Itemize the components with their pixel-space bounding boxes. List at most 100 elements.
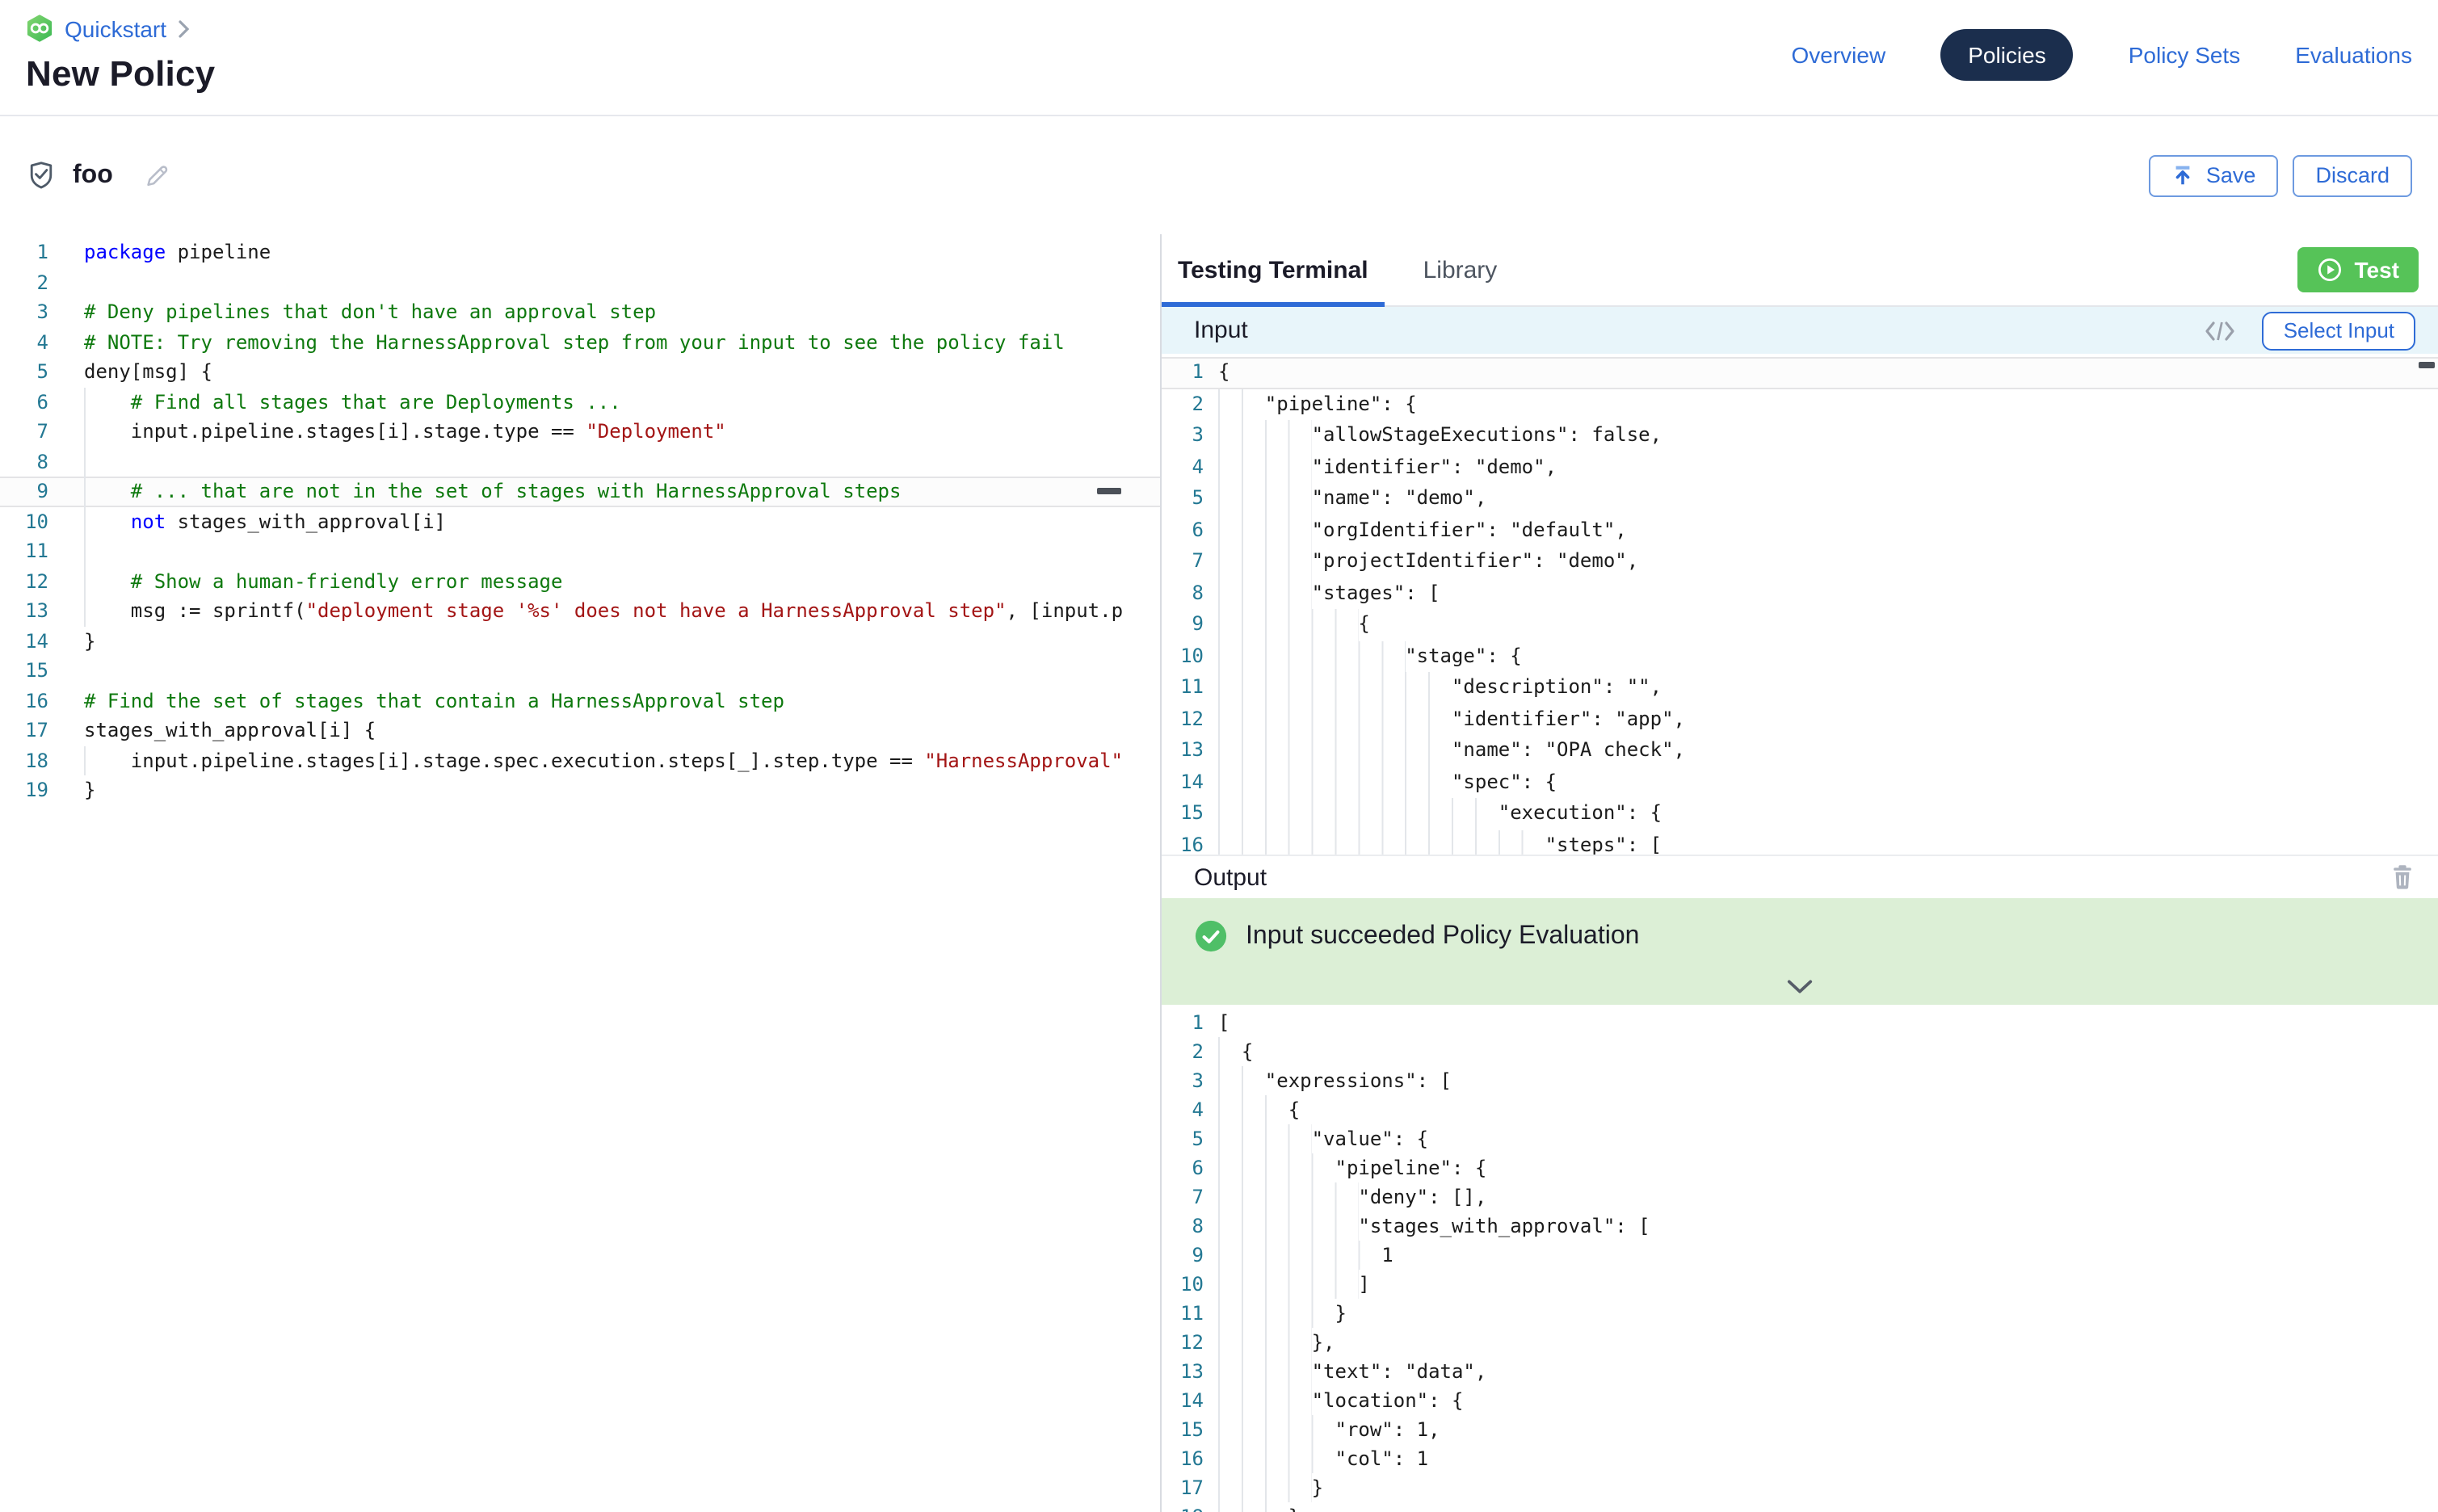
code-line: 16# Find the set of stages that contain … <box>0 686 1160 716</box>
overview-cursor-marker <box>2419 362 2435 368</box>
line-number: 8 <box>1162 1212 1204 1241</box>
pencil-icon <box>142 161 171 190</box>
code-line: 15 "execution": { <box>1162 798 2438 830</box>
code-line-content: "col": 1 <box>1218 1444 2438 1473</box>
line-number: 12 <box>0 566 48 596</box>
overview-cursor-marker <box>1097 488 1121 494</box>
output-json-editor[interactable]: 1[2 {3 "expressions": [4 {5 "value": {6 … <box>1162 1005 2438 1512</box>
code-line: 4 { <box>1162 1095 2438 1124</box>
code-line-content: { <box>1218 1037 2438 1066</box>
code-line-content: { <box>1218 357 2438 388</box>
code-line-content: "pipeline": { <box>1218 1153 2438 1182</box>
code-view-toggle-button[interactable] <box>2205 319 2237 342</box>
code-line: 14 "location": { <box>1162 1386 2438 1415</box>
line-number: 4 <box>1162 1095 1204 1124</box>
code-line-content: deny[msg] { <box>84 357 1160 387</box>
code-line: 8 "stages_with_approval": [ <box>1162 1212 2438 1241</box>
line-number: 10 <box>0 506 48 536</box>
edit-name-button[interactable] <box>142 161 171 190</box>
nav-tab-overview[interactable]: Overview <box>1792 42 1886 68</box>
policy-code-editor[interactable]: 1package pipeline23# Deny pipelines that… <box>0 234 1160 1512</box>
code-line-content <box>84 447 1160 477</box>
code-line: 12 "identifier": "app", <box>1162 704 2438 735</box>
code-line-content: } <box>1218 1502 2438 1512</box>
code-line-content <box>84 267 1160 297</box>
discard-button[interactable]: Discard <box>2293 154 2412 196</box>
code-line-content: "identifier": "demo", <box>1218 452 2438 483</box>
code-line-content: "deny": [], <box>1218 1182 2438 1212</box>
line-number: 16 <box>0 686 48 716</box>
code-line: 5 deny[msg] { <box>0 357 1160 387</box>
code-line: 8 "stages": [ <box>1162 578 2438 609</box>
code-line-content: msg := sprintf("deployment stage '%s' do… <box>84 596 1160 626</box>
nav-tab-policy-sets[interactable]: Policy Sets <box>2129 42 2241 68</box>
save-button[interactable]: Save <box>2150 154 2279 196</box>
nav-tab-evaluations[interactable]: Evaluations <box>2295 42 2412 68</box>
line-number: 11 <box>1162 1299 1204 1328</box>
code-line: 1{ <box>1162 357 2438 388</box>
line-number: 6 <box>1162 514 1204 546</box>
line-number: 5 <box>1162 483 1204 514</box>
code-line: 18 } <box>1162 1502 2438 1512</box>
policy-code-pane: 1package pipeline23# Deny pipelines that… <box>0 234 1160 1512</box>
indent-guides <box>84 447 95 477</box>
code-line: 2 <box>0 267 1160 297</box>
code-line: 16 "steps": [ <box>1162 830 2438 855</box>
code-line: 11 } <box>1162 1299 2438 1328</box>
code-line: 6 # Find all stages that are Deployments… <box>0 387 1160 417</box>
line-number: 6 <box>1162 1153 1204 1182</box>
code-line: 7 input.pipeline.stages[i].stage.type ==… <box>0 417 1160 447</box>
code-line-content: "value": { <box>1218 1124 2438 1153</box>
terminal-tabs: Testing Terminal Library Test <box>1162 234 2438 307</box>
code-line-content: "execution": { <box>1218 798 2438 830</box>
clear-output-button[interactable] <box>2391 864 2414 890</box>
code-line-content: "description": "", <box>1218 672 2438 704</box>
code-line-content: input.pipeline.stages[i].stage.spec.exec… <box>84 746 1160 775</box>
code-line: 17stages_with_approval[i] { <box>0 716 1160 746</box>
code-line: 15 <box>0 656 1160 686</box>
code-icon <box>2205 319 2237 342</box>
code-line-content: 1 <box>1218 1241 2438 1270</box>
expand-result-button[interactable] <box>1783 976 1817 998</box>
code-line-content: not stages_with_approval[i] <box>84 506 1160 536</box>
code-line: 2 { <box>1162 1037 2438 1066</box>
breadcrumb-project-link[interactable]: Quickstart <box>65 15 166 41</box>
line-number: 7 <box>1162 546 1204 578</box>
code-line: 13 msg := sprintf("deployment stage '%s'… <box>0 596 1160 626</box>
line-number: 12 <box>1162 704 1204 735</box>
code-line: 8 <box>0 447 1160 477</box>
line-number: 5 <box>0 357 48 387</box>
code-line-content: "identifier": "app", <box>1218 704 2438 735</box>
line-number: 19 <box>0 775 48 805</box>
nav-tab-policies[interactable]: Policies <box>1940 29 2074 81</box>
code-line: 3# Deny pipelines that don't have an app… <box>0 297 1160 327</box>
code-line-content: "allowStageExecutions": false, <box>1218 420 2438 452</box>
evaluation-result: Input succeeded Policy Evaluation <box>1194 919 1639 953</box>
line-number: 15 <box>0 656 48 686</box>
test-button-label: Test <box>2355 257 2400 283</box>
check-circle-icon <box>1194 919 1228 953</box>
line-number: 7 <box>0 417 48 447</box>
code-line: 6 "pipeline": { <box>1162 1153 2438 1182</box>
line-number: 13 <box>0 596 48 626</box>
code-line: 14 "spec": { <box>1162 766 2438 798</box>
code-line-content: "stage": { <box>1218 640 2438 672</box>
code-line-content: [ <box>1218 1008 2438 1037</box>
code-line: 17 } <box>1162 1473 2438 1502</box>
select-input-button[interactable]: Select Input <box>2263 311 2415 350</box>
input-json-editor[interactable]: 1{2 "pipeline": {3 "allowStageExecutions… <box>1162 354 2438 855</box>
page-header: Quickstart New Policy Overview Policies … <box>0 0 2438 116</box>
tab-testing-terminal[interactable]: Testing Terminal <box>1162 234 1385 305</box>
code-line-content: # NOTE: Try removing the HarnessApproval… <box>84 327 1160 357</box>
test-button[interactable]: Test <box>2298 247 2419 292</box>
code-line: 10 not stages_with_approval[i] <box>0 506 1160 536</box>
line-number: 1 <box>1162 357 1204 388</box>
code-line-content: "location": { <box>1218 1386 2438 1415</box>
tab-library[interactable]: Library <box>1407 234 1514 305</box>
code-line-content: "pipeline": { <box>1218 388 2438 420</box>
code-line-content: "spec": { <box>1218 766 2438 798</box>
code-line-content: } <box>84 775 1160 805</box>
code-line-content: package pipeline <box>84 237 1160 267</box>
trash-icon <box>2391 864 2414 890</box>
code-line-content: # ... that are not in the set of stages … <box>84 477 1160 506</box>
